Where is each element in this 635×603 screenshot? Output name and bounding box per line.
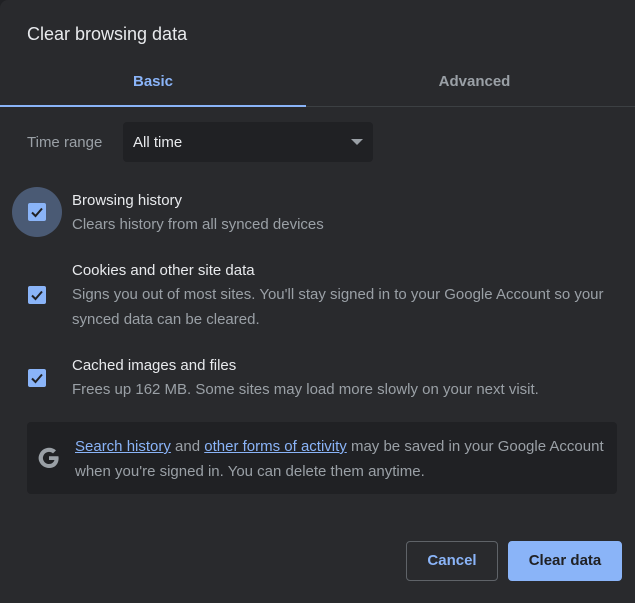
google-g-icon xyxy=(38,447,59,468)
clear-data-button[interactable]: Clear data xyxy=(508,541,622,581)
option-title: Browsing history xyxy=(72,192,183,209)
other-activity-link[interactable]: other forms of activity xyxy=(204,438,347,455)
tab-bar: Basic Advanced xyxy=(0,58,635,107)
checkmark-icon xyxy=(28,203,46,221)
checkmark-icon xyxy=(28,369,46,387)
option-description: Signs you out of most sites. You'll stay… xyxy=(72,286,604,328)
tab-basic[interactable]: Basic xyxy=(0,58,306,106)
info-text-part: and xyxy=(170,438,205,455)
info-text: Search history and other forms of activi… xyxy=(75,434,605,484)
time-range-value: All time xyxy=(133,134,183,151)
clear-browsing-data-dialog: Clear browsing data Basic Advanced Time … xyxy=(0,0,635,603)
cached-images-checkbox[interactable] xyxy=(12,353,62,403)
option-title: Cookies and other site data xyxy=(72,262,255,279)
checkmark-icon xyxy=(28,286,46,304)
dropdown-arrow-icon xyxy=(351,139,363,145)
tab-indicator xyxy=(0,105,306,107)
google-activity-info: Search history and other forms of activi… xyxy=(27,422,617,494)
time-range-label: Time range xyxy=(27,134,103,151)
dialog-title: Clear browsing data xyxy=(27,24,188,44)
search-history-link[interactable]: Search history xyxy=(75,438,171,455)
tab-advanced[interactable]: Advanced xyxy=(314,58,635,106)
option-title: Cached images and files xyxy=(72,357,237,374)
option-description: Frees up 162 MB. Some sites may load mor… xyxy=(72,381,539,398)
cookies-checkbox[interactable] xyxy=(12,270,62,320)
option-description: Clears history from all synced devices xyxy=(72,216,324,233)
time-range-select[interactable]: All time xyxy=(123,122,373,162)
browsing-history-checkbox[interactable] xyxy=(12,187,62,237)
cancel-button[interactable]: Cancel xyxy=(406,541,498,581)
